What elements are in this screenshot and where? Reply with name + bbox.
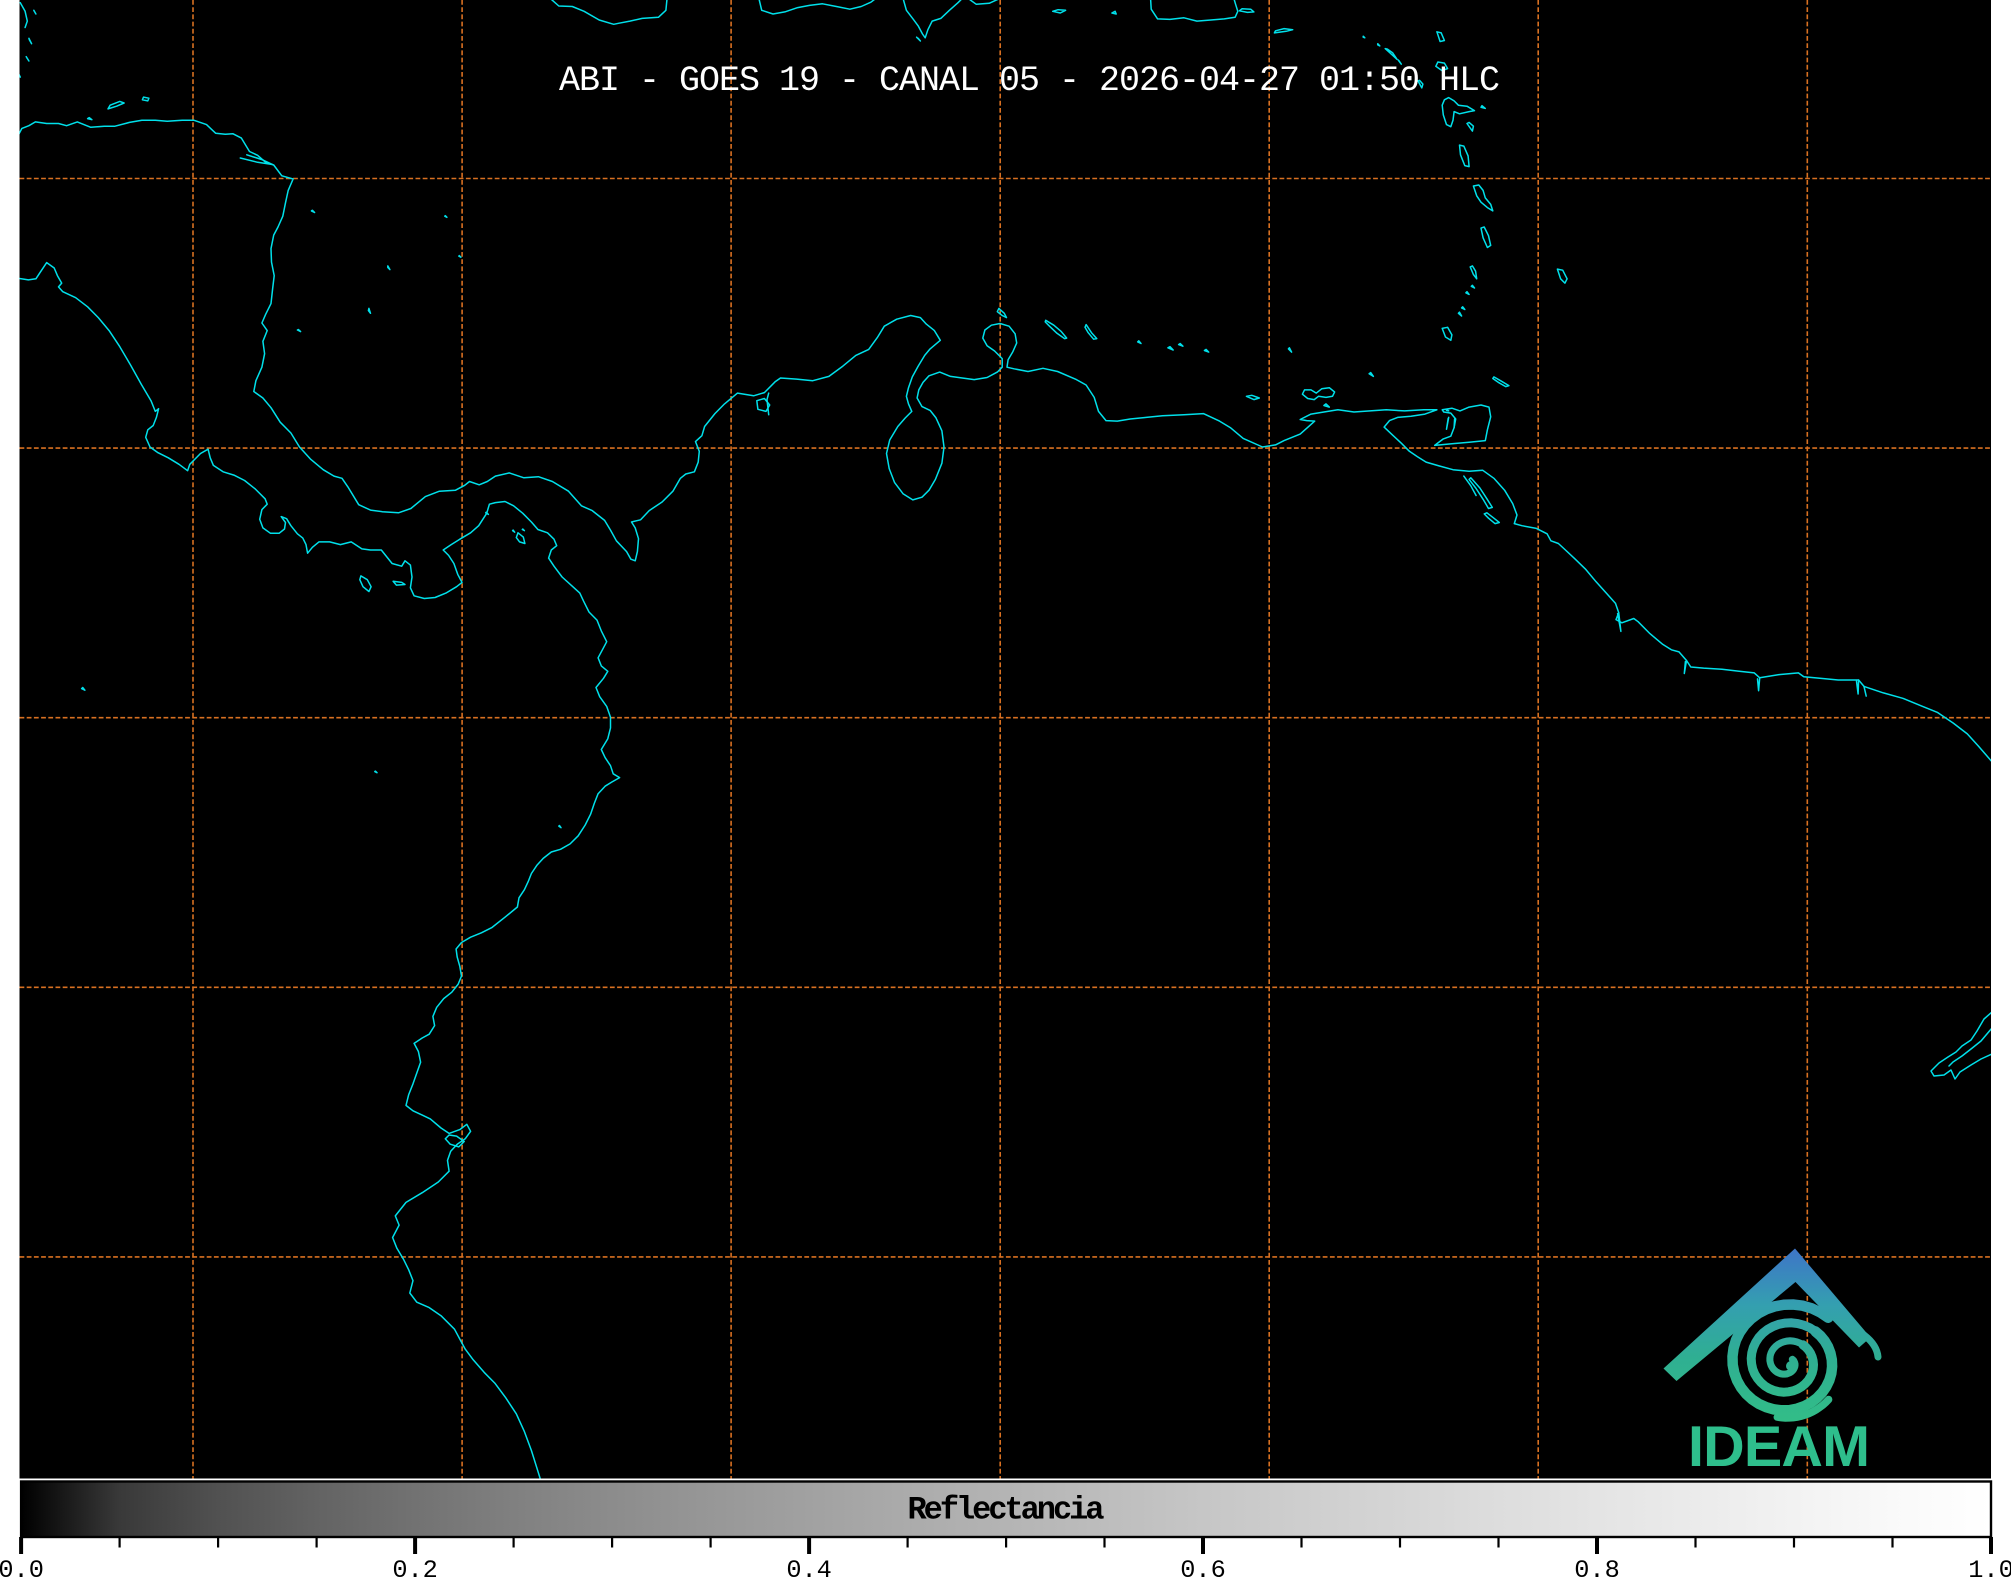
svg-text:ABI - GOES 19 - CANAL 05 - 202: ABI - GOES 19 - CANAL 05 - 2026-04-27 01… <box>559 61 1500 101</box>
svg-text:Reflectancia: Reflectancia <box>908 1492 1105 1529</box>
svg-text:1.0: 1.0 <box>1968 1556 2011 1577</box>
svg-text:0.4: 0.4 <box>786 1556 832 1577</box>
svg-text:0.0: 0.0 <box>0 1556 44 1577</box>
svg-text:0.8: 0.8 <box>1574 1556 1620 1577</box>
svg-text:IDEAM: IDEAM <box>1688 1415 1870 1479</box>
svg-text:0.2: 0.2 <box>392 1556 438 1577</box>
svg-text:0.6: 0.6 <box>1180 1556 1226 1577</box>
